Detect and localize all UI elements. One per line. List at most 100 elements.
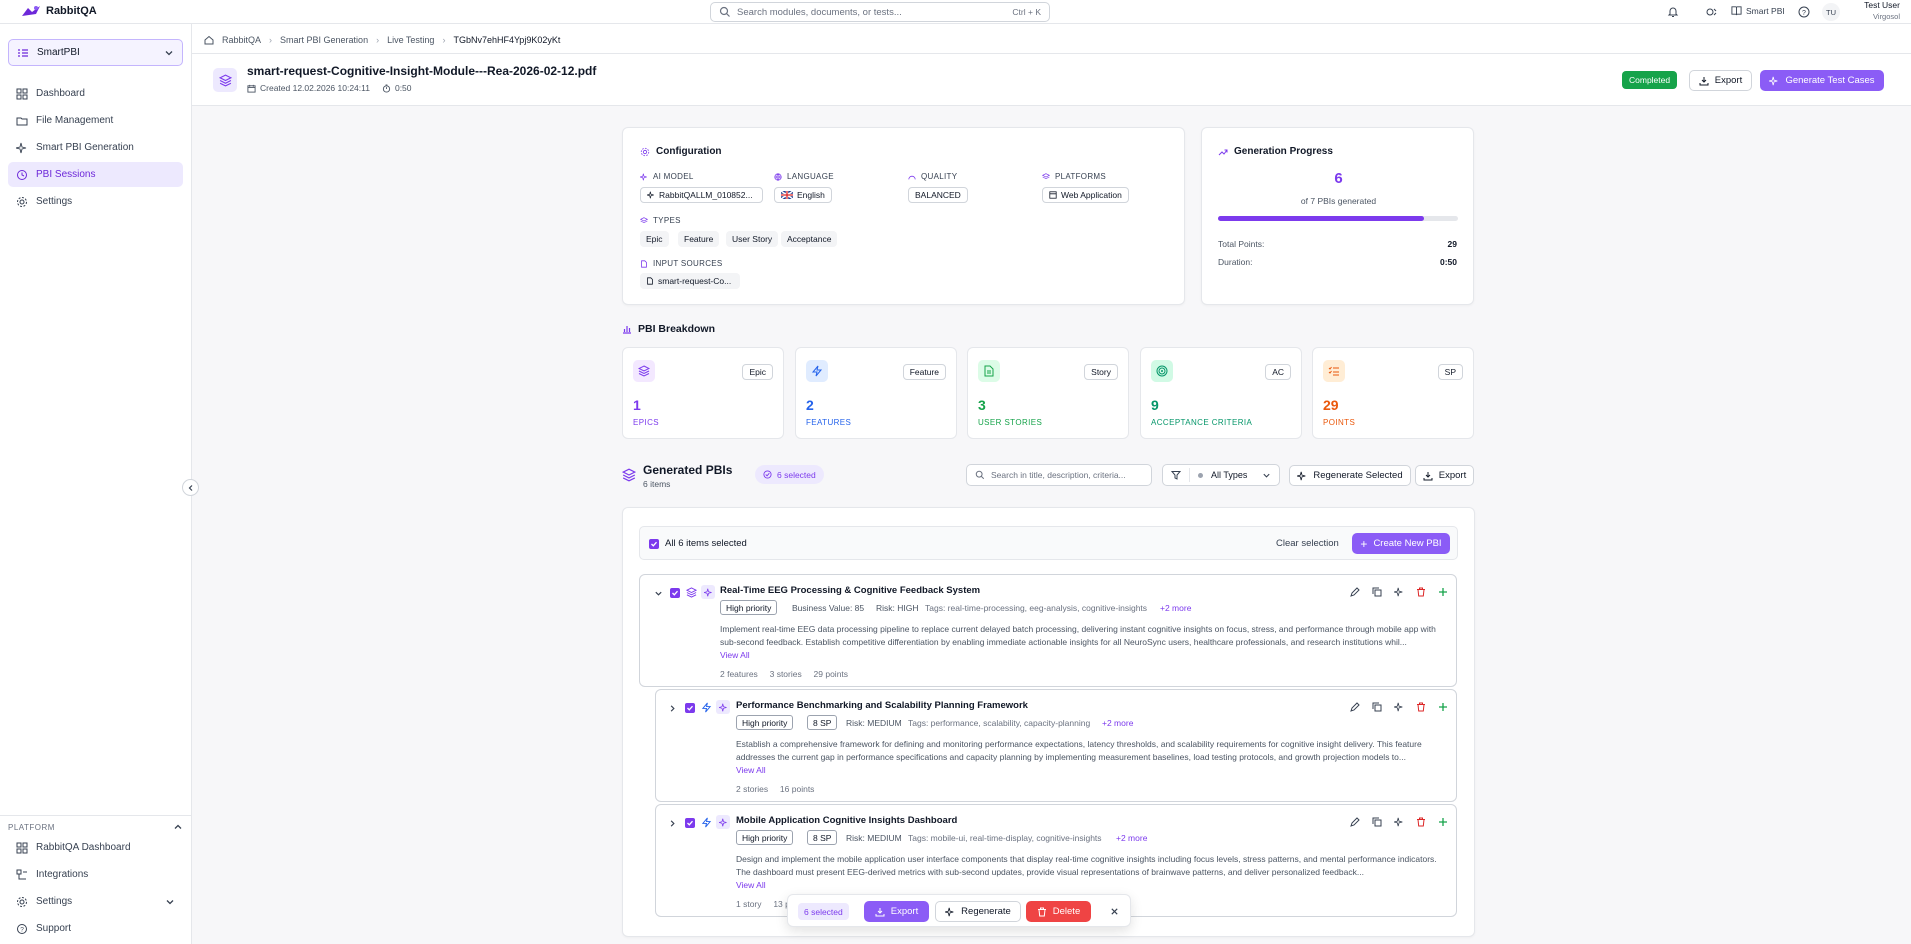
sidebar-item-integrations[interactable]: Integrations [8, 862, 183, 887]
delete-icon[interactable] [1415, 701, 1427, 713]
created-text: Created 12.02.2026 10:24:11 [260, 83, 370, 93]
bell-icon[interactable] [1667, 6, 1679, 18]
select-all-checkbox[interactable] [649, 539, 659, 549]
pbi-tags: Tags: performance, scalability, capacity… [908, 718, 1091, 728]
view-all-link[interactable]: View All [720, 650, 750, 660]
selected-badge: 6 selected [755, 465, 824, 484]
edit-icon[interactable] [1349, 586, 1361, 598]
total-points-label: Total Points: [1218, 239, 1265, 249]
platforms-label-text: PLATFORMS [1055, 172, 1107, 181]
type-filter-select[interactable]: All Types [1162, 464, 1280, 486]
target-icon [1151, 360, 1173, 382]
pbi-stats: 2 features 3 stories 29 points [720, 669, 849, 679]
stat-value: 29 [1323, 397, 1339, 413]
quality-label-text: QUALITY [921, 172, 958, 181]
sparkles-icon [1769, 76, 1778, 85]
close-icon[interactable] [1110, 907, 1119, 916]
pbi-export-button[interactable]: Export [1415, 465, 1474, 486]
input-source-value: smart-request-Co... [658, 276, 732, 286]
stat-badge: AC [1265, 364, 1291, 380]
breadcrumb-separator: › [376, 35, 380, 45]
chevron-down-icon [1263, 473, 1270, 478]
pbi-checkbox[interactable] [670, 588, 680, 598]
pbi-search-input[interactable]: Search in title, description, criteria..… [966, 464, 1152, 486]
export-button[interactable]: Export [1689, 70, 1752, 91]
calendar-icon [247, 84, 256, 93]
edit-icon[interactable] [1349, 701, 1361, 713]
smart-pbi-link[interactable]: Smart PBI [1731, 5, 1785, 16]
search-placeholder: Search modules, documents, or tests... [737, 6, 902, 18]
delete-icon[interactable] [1415, 816, 1427, 828]
avatar[interactable]: TU [1822, 3, 1840, 21]
pbi-checkbox[interactable] [685, 703, 695, 713]
workspace-selector[interactable]: SmartPBI [8, 39, 183, 66]
sidebar-item-platform-settings[interactable]: Settings [8, 889, 183, 914]
uk-flag-icon [781, 191, 793, 199]
regenerate-icon[interactable] [1393, 586, 1405, 598]
bulk-delete-button[interactable]: Delete [1026, 901, 1091, 922]
settings-icon [640, 147, 650, 156]
pbi-checkbox[interactable] [685, 818, 695, 828]
platform-section-header[interactable]: PLATFORM [8, 822, 183, 832]
more-tags-link[interactable]: +2 more [1116, 833, 1147, 843]
stat-badge: Epic [742, 364, 773, 380]
help-icon[interactable]: ? [1798, 6, 1810, 18]
user-menu[interactable]: Test User Virgosol [1848, 0, 1900, 21]
story-points-badge: 8 SP [807, 830, 838, 845]
generate-test-cases-button[interactable]: Generate Test Cases [1760, 70, 1884, 91]
global-search[interactable]: Search modules, documents, or tests... C… [710, 2, 1050, 22]
sidebar-item-smart-pbi-generation[interactable]: Smart PBI Generation [8, 135, 183, 160]
sidebar-item-settings[interactable]: Settings [8, 189, 183, 214]
sidebar-item-dashboard[interactable]: Dashboard [8, 81, 183, 106]
breadcrumb-item[interactable]: RabbitQA [222, 35, 261, 45]
search-icon [719, 6, 730, 17]
stat-label: FEATURES [806, 418, 852, 427]
pbi-card-epic[interactable]: Real-Time EEG Processing & Cognitive Fee… [639, 574, 1457, 687]
more-tags-link[interactable]: +2 more [1102, 718, 1133, 728]
view-all-link[interactable]: View All [736, 765, 766, 775]
theme-icon[interactable] [1705, 6, 1717, 18]
copy-icon[interactable] [1371, 701, 1383, 713]
sidebar-collapse-button[interactable] [182, 479, 199, 496]
pbi-actions [1349, 816, 1449, 828]
chevron-right-icon[interactable] [668, 704, 677, 713]
edit-icon[interactable] [1349, 816, 1361, 828]
filter-dot-icon [1198, 472, 1203, 478]
bulk-export-button[interactable]: Export [864, 901, 929, 922]
add-child-icon[interactable] [1437, 586, 1449, 598]
more-tags-link[interactable]: +2 more [1160, 603, 1191, 613]
clear-selection-button[interactable]: Clear selection [1276, 538, 1339, 549]
breadcrumb-item[interactable]: Smart PBI Generation [280, 35, 368, 45]
copy-icon[interactable] [1371, 586, 1383, 598]
add-child-icon[interactable] [1437, 816, 1449, 828]
input-source-chip: smart-request-Co... [640, 273, 740, 289]
sidebar-item-pbi-sessions[interactable]: PBI Sessions [8, 162, 183, 187]
sidebar-item-label: Dashboard [36, 88, 85, 99]
regenerate-icon[interactable] [1393, 816, 1405, 828]
platform-divider [0, 815, 192, 816]
bulk-regenerate-button[interactable]: Regenerate [935, 901, 1021, 922]
sidebar-item-support[interactable]: ? Support [8, 916, 183, 941]
book-icon [1731, 6, 1742, 16]
create-new-pbi-button[interactable]: + Create New PBI [1352, 533, 1450, 554]
add-child-icon[interactable] [1437, 701, 1449, 713]
regenerate-selected-button[interactable]: Regenerate Selected [1289, 465, 1411, 486]
breadcrumb-item[interactable]: Live Testing [387, 35, 434, 45]
grid-icon [16, 88, 28, 99]
sidebar-item-rabbitqa-dashboard[interactable]: RabbitQA Dashboard [8, 835, 183, 860]
app-logo[interactable]: RabbitQA [20, 4, 97, 18]
copy-icon[interactable] [1371, 816, 1383, 828]
chevron-down-icon[interactable] [654, 589, 663, 598]
chevron-right-icon[interactable] [668, 819, 677, 828]
regenerate-icon[interactable] [1393, 701, 1405, 713]
pbi-description: Establish a comprehensive framework for … [736, 739, 1422, 762]
download-icon [1699, 76, 1709, 85]
timer-icon [382, 83, 391, 93]
stat-label: ACCEPTANCE CRITERIA [1151, 418, 1253, 427]
view-all-link[interactable]: View All [736, 880, 766, 890]
pbi-card-feature[interactable]: Performance Benchmarking and Scalability… [655, 689, 1457, 802]
sidebar-item-label: File Management [36, 115, 114, 126]
sidebar-item-file-management[interactable]: File Management [8, 108, 183, 133]
stat-card-points: SP 29 POINTS [1312, 347, 1474, 439]
delete-icon[interactable] [1415, 586, 1427, 598]
